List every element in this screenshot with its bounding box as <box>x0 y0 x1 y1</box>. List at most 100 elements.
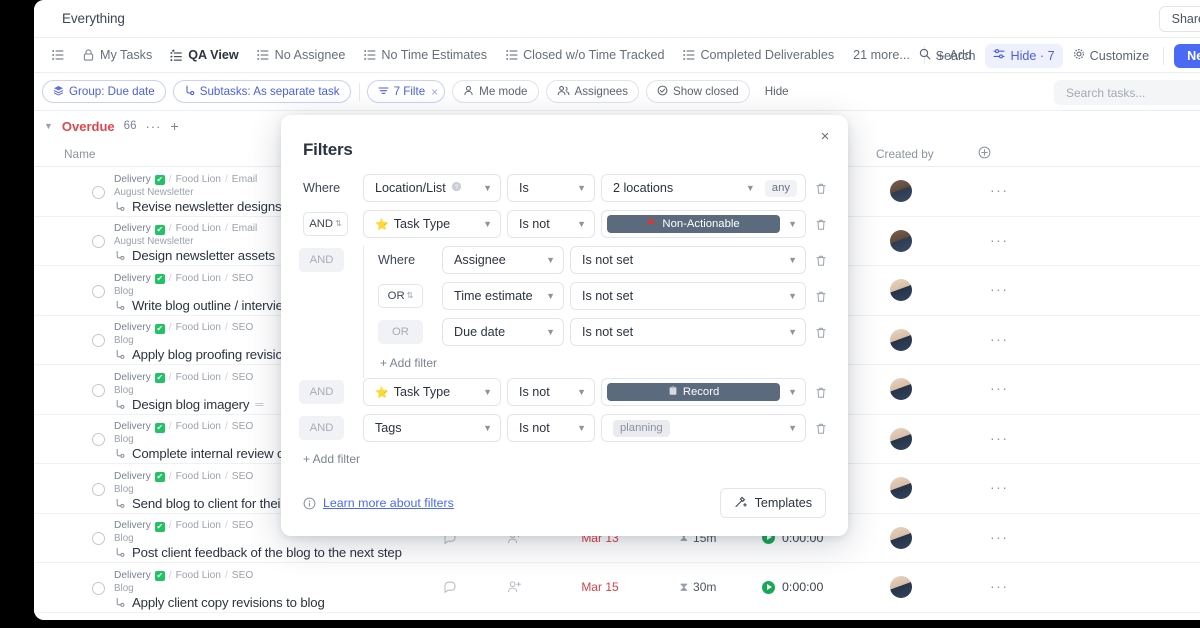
filter-value-select-location[interactable]: 2 locations ▼ any <box>601 174 806 202</box>
cell-row-menu[interactable]: ··· <box>968 380 1028 398</box>
cell-time-estimate[interactable]: ⧗30m <box>648 580 748 595</box>
column-header-created-by[interactable]: Created by <box>868 147 968 161</box>
task-status-circle[interactable] <box>92 285 105 298</box>
delete-filter-icon[interactable] <box>812 254 830 267</box>
conjunction-label-and-2[interactable]: AND <box>299 380 344 404</box>
share-button[interactable]: Share <box>1159 6 1200 32</box>
delete-filter-icon[interactable] <box>812 422 830 435</box>
filter-field-select-task-type-2[interactable]: ⭐ Task Type ▼ <box>363 378 501 406</box>
nested-operator-select-assignee[interactable]: Is not set ▼ <box>570 246 806 274</box>
cell-created-by[interactable] <box>868 527 968 549</box>
tab-my-tasks[interactable]: My Tasks <box>73 38 161 72</box>
row-menu-icon[interactable]: ··· <box>978 380 1009 396</box>
cell-row-menu[interactable]: ··· <box>968 479 1028 497</box>
cell-row-menu[interactable]: ··· <box>968 182 1028 200</box>
search-tasks-input[interactable]: Search tasks... <box>1054 80 1200 105</box>
search-button[interactable]: Search <box>911 44 984 68</box>
group-add-icon[interactable]: + <box>170 118 178 134</box>
filter-value-select-tags[interactable]: planning ▼ <box>601 414 806 442</box>
filter-field-select-location[interactable]: Location/List ? ▼ <box>363 174 501 202</box>
cell-comments[interactable] <box>424 580 476 594</box>
filter-operator-select-task-type-2[interactable]: Is not ▼ <box>507 378 595 406</box>
new-task-button[interactable]: New <box>1174 44 1200 68</box>
chip-filters[interactable]: 7 Filte × <box>367 80 446 103</box>
filter-value-select-task-type-1[interactable]: Non-Actionable ▼ <box>601 210 806 238</box>
tab-no-time-estimates[interactable]: No Time Estimates <box>354 38 496 72</box>
hide-fields-button[interactable]: Hide · 7 <box>985 44 1062 68</box>
nested-field-select-assignee[interactable]: Assignee ▼ <box>442 246 564 274</box>
customize-button[interactable]: Customize <box>1065 44 1158 68</box>
task-title[interactable]: Apply client copy revisions to blog <box>132 595 325 611</box>
cell-created-by[interactable] <box>868 477 968 499</box>
table-row[interactable]: Delivery✔/Food Lion/SEOBlogApply client … <box>34 563 1200 613</box>
cell-due-date[interactable]: Mar 15 <box>552 580 648 594</box>
nested-field-select-due-date[interactable]: Due date ▼ <box>442 318 564 346</box>
delete-filter-icon[interactable] <box>812 218 830 231</box>
chip-show-closed[interactable]: Show closed <box>646 80 750 103</box>
sidebar-toggle[interactable] <box>42 38 73 72</box>
cell-created-by[interactable] <box>868 329 968 351</box>
chip-subtasks[interactable]: Subtasks: As separate task <box>173 80 351 103</box>
templates-button[interactable]: Templates <box>720 488 826 518</box>
row-menu-icon[interactable]: ··· <box>978 281 1009 297</box>
close-icon[interactable]: × <box>431 85 438 99</box>
task-title[interactable]: Apply blog proofing revisions <box>132 347 296 363</box>
breadcrumb[interactable]: Everything <box>62 11 125 26</box>
cell-created-by[interactable] <box>868 378 968 400</box>
avatar[interactable] <box>890 329 912 351</box>
task-status-circle[interactable] <box>92 433 105 446</box>
filter-operator-select-task-type-1[interactable]: Is not ▼ <box>507 210 595 238</box>
avatar[interactable] <box>890 180 912 202</box>
cell-row-menu[interactable]: ··· <box>968 281 1028 299</box>
task-status-circle[interactable] <box>92 334 105 347</box>
chip-group-by[interactable]: Group: Due date <box>42 80 166 103</box>
nested-operator-select-time-estimate[interactable]: Is not set ▼ <box>570 282 806 310</box>
task-status-circle[interactable] <box>92 384 105 397</box>
row-menu-icon[interactable]: ··· <box>978 479 1009 495</box>
task-status-circle[interactable] <box>92 582 105 595</box>
task-status-circle[interactable] <box>92 532 105 545</box>
conjunction-label-and-group[interactable]: AND <box>299 248 344 272</box>
tab-no-assignee[interactable]: No Assignee <box>248 38 355 72</box>
avatar[interactable] <box>890 576 912 598</box>
row-menu-icon[interactable]: ··· <box>978 182 1009 198</box>
tab-closed-wo-time-tracked[interactable]: Closed w/o Time Tracked <box>496 38 673 72</box>
cell-time-tracked[interactable]: 0:00:00 <box>748 580 868 594</box>
cell-row-menu[interactable]: ··· <box>968 232 1028 250</box>
nested-operator-select-due-date[interactable]: Is not set ▼ <box>570 318 806 346</box>
task-title[interactable]: Post client feedback of the blog to the … <box>132 545 402 561</box>
filter-value-select-task-type-2[interactable]: Record ▼ <box>601 378 806 406</box>
row-menu-icon[interactable]: ··· <box>978 331 1009 347</box>
nested-conjunction-select-or-1[interactable]: OR ⇅ <box>378 284 423 308</box>
row-menu-icon[interactable]: ··· <box>978 232 1009 248</box>
add-column-button[interactable] <box>968 146 1028 162</box>
add-filter-button[interactable]: + Add filter <box>299 450 830 466</box>
nested-conjunction-label-or-2[interactable]: OR <box>378 320 423 344</box>
play-icon[interactable] <box>762 581 775 594</box>
cell-assignee[interactable] <box>476 580 552 594</box>
chip-hide-button[interactable]: Hide <box>757 85 797 98</box>
cell-name[interactable]: Delivery✔/Food Lion/SEOBlogApply client … <box>34 563 424 613</box>
cell-row-menu[interactable]: ··· <box>968 529 1028 547</box>
help-icon[interactable]: ? <box>451 181 462 195</box>
delete-filter-icon[interactable] <box>812 290 830 303</box>
cell-created-by[interactable] <box>868 180 968 202</box>
cell-row-menu[interactable]: ··· <box>968 578 1028 596</box>
row-menu-icon[interactable]: ··· <box>978 430 1009 446</box>
task-title[interactable]: Design newsletter assets <box>132 248 275 264</box>
delete-filter-icon[interactable] <box>812 386 830 399</box>
cell-created-by[interactable] <box>868 230 968 252</box>
cell-created-by[interactable] <box>868 576 968 598</box>
task-status-circle[interactable] <box>92 186 105 199</box>
filter-any-badge[interactable]: any <box>765 180 797 197</box>
task-title[interactable]: Revise newsletter designs <box>132 199 281 215</box>
tab-qa-view[interactable]: QA View <box>161 38 247 72</box>
delete-filter-icon[interactable] <box>812 182 830 195</box>
learn-more-link[interactable]: Learn more about filters <box>323 496 454 510</box>
filter-operator-select-tags[interactable]: Is not ▼ <box>507 414 595 442</box>
avatar[interactable] <box>890 477 912 499</box>
filter-operator-select-location[interactable]: Is ▼ <box>507 174 595 202</box>
row-menu-icon[interactable]: ··· <box>978 578 1009 594</box>
delete-filter-icon[interactable] <box>812 326 830 339</box>
tab-completed-deliverables[interactable]: Completed Deliverables <box>673 38 843 72</box>
